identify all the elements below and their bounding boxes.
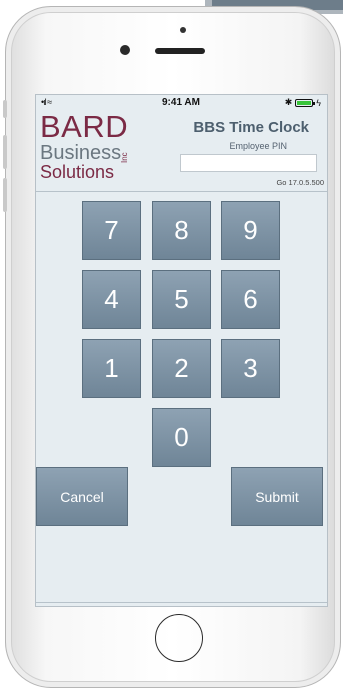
logo-bard: BARD — [40, 109, 129, 144]
app-screen: •ıl ≈ 9:41 AM ✱ ϟ BARD Business Solution… — [35, 94, 328, 607]
key-0[interactable]: 0 — [152, 408, 211, 467]
app-title: BBS Time Clock — [193, 119, 309, 136]
pin-input[interactable] — [180, 154, 317, 172]
volume-down-button — [3, 178, 7, 212]
key-9[interactable]: 9 — [221, 201, 280, 260]
status-right: ✱ ϟ — [285, 97, 321, 108]
logo-inc: Inc — [120, 152, 129, 163]
signal-icon: •ıl ≈ — [41, 97, 52, 107]
header-divider — [36, 191, 327, 192]
key-8[interactable]: 8 — [152, 201, 211, 260]
pin-label: Employee PIN — [229, 141, 287, 151]
version-label: Go 17.0.5.500 — [276, 178, 324, 187]
volume-up-button — [3, 135, 7, 169]
front-camera-icon — [180, 27, 186, 33]
key-5[interactable]: 5 — [152, 270, 211, 329]
wifi-icon: ≈ — [47, 97, 52, 107]
key-3[interactable]: 3 — [221, 339, 280, 398]
bottom-divider — [36, 602, 327, 603]
key-6[interactable]: 6 — [221, 270, 280, 329]
camera-lens-icon — [120, 45, 130, 55]
earpiece-speaker — [155, 48, 205, 54]
submit-button[interactable]: Submit — [231, 467, 323, 526]
cancel-button[interactable]: Cancel — [36, 467, 128, 526]
key-4[interactable]: 4 — [82, 270, 141, 329]
mute-switch — [3, 100, 7, 118]
key-2[interactable]: 2 — [152, 339, 211, 398]
home-button[interactable] — [155, 614, 203, 662]
bluetooth-icon: ✱ — [284, 97, 293, 107]
status-time: 9:41 AM — [162, 97, 200, 108]
charging-icon: ϟ — [316, 97, 321, 108]
key-1[interactable]: 1 — [82, 339, 141, 398]
battery-icon — [295, 98, 316, 107]
logo-solutions: Solutions — [40, 162, 115, 182]
key-7[interactable]: 7 — [82, 201, 141, 260]
